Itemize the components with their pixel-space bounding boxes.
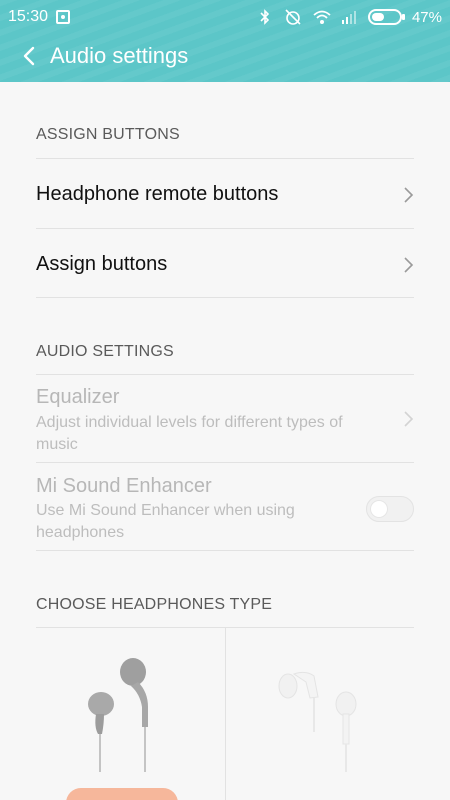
back-button[interactable] [16,42,44,70]
status-icons: 47% [256,6,442,28]
divider [36,297,414,298]
earbuds-icon [88,658,148,772]
enhancer-subtitle: Use Mi Sound Enhancer when using headpho… [36,502,295,541]
in-ear-option[interactable] [266,652,376,777]
section-header-assign: ASSIGN BUTTONS [36,126,180,143]
battery-percent: 47% [411,8,442,26]
bluetooth-icon [256,8,274,26]
section-header-audio: AUDIO SETTINGS [36,343,174,360]
row-label: Headphone remote buttons [36,183,279,205]
section-header-headphones: CHOOSE HEADPHONES TYPE [36,596,273,613]
divider [36,550,414,551]
chevron-right-icon [404,257,414,273]
alarm-off-icon [284,8,302,26]
notification-icon [56,10,70,24]
battery-level [371,13,384,21]
headphones-type-grid [36,628,414,800]
divider [36,158,414,159]
battery-icon [367,9,405,25]
row-label: Assign buttons [36,253,168,275]
status-bar: 15:30 47% [0,0,450,34]
selected-indicator-pill[interactable] [66,788,178,800]
equalizer-subtitle: Adjust individual levels for different t… [36,414,343,453]
page-title: Audio settings [50,43,189,68]
chevron-left-icon [23,46,35,66]
enhancer-title: Mi Sound Enhancer [36,475,212,497]
chevron-right-icon [404,187,414,203]
wifi-icon [312,8,331,26]
enhancer-toggle[interactable] [366,496,414,522]
divider [36,228,414,229]
divider [36,462,414,463]
toggle-knob [370,500,388,518]
divider [36,374,414,375]
equalizer-title: Equalizer [36,386,120,408]
chevron-right-icon [404,411,414,427]
earbuds-option[interactable] [76,652,186,777]
app-header: 15:30 47% Audio settings [0,0,450,82]
signal-icon [340,8,358,26]
in-ear-icon [278,671,357,772]
status-time: 15:30 [8,8,49,25]
grid-divider [225,628,226,800]
